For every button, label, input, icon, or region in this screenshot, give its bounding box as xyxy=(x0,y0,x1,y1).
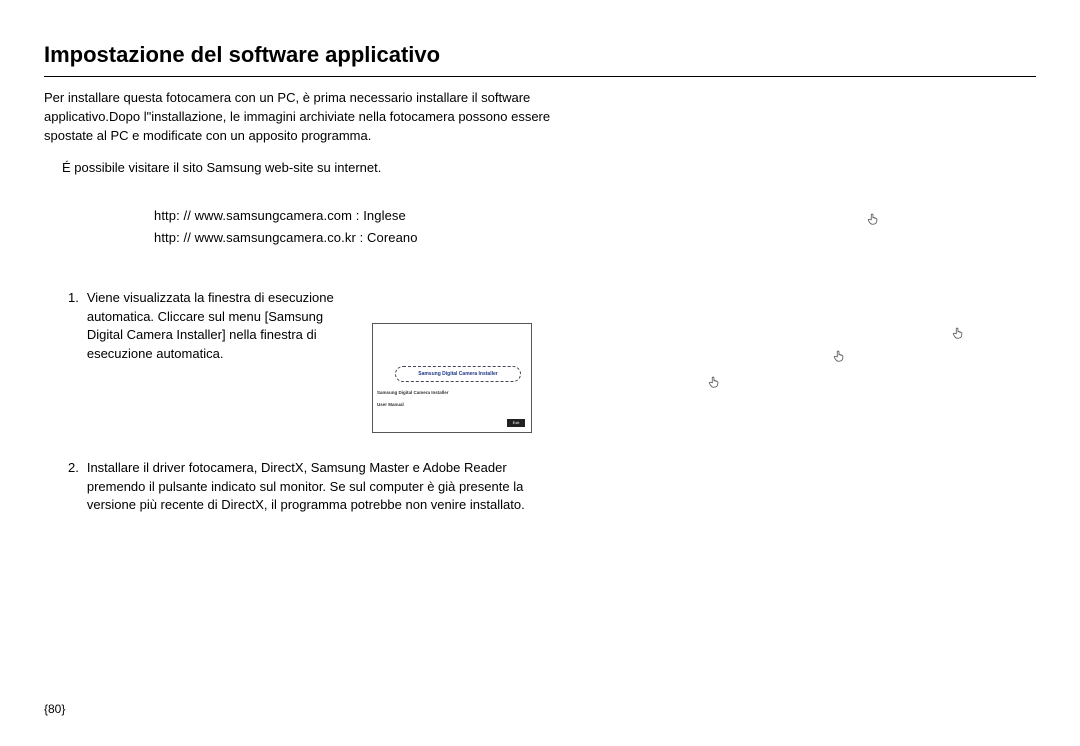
step-2: 2. Installare il driver fotocamera, Dire… xyxy=(44,459,564,516)
step-1: 1. Viene visualizzata la finestra di ese… xyxy=(44,289,1036,433)
pointer-icon xyxy=(951,326,965,340)
page-number: {80} xyxy=(44,702,65,716)
pointer-icon xyxy=(707,375,721,389)
pointer-icon xyxy=(866,212,880,226)
url-list: http: // www.samsungcamera.com : Inglese… xyxy=(154,205,1036,249)
step-2-text: Installare il driver fotocamera, DirectX… xyxy=(87,459,564,516)
step-1-number: 1. xyxy=(68,289,79,364)
intro-paragraph: Per installare questa fotocamera con un … xyxy=(44,89,574,146)
step-2-number: 2. xyxy=(68,459,79,516)
installer-manual: User Manual xyxy=(377,402,404,409)
installer-line: Samsung Digital Camera Installer xyxy=(377,390,449,395)
pointer-icon xyxy=(832,349,846,363)
installer-exit: Exit xyxy=(507,419,525,427)
url-english: http: // www.samsungcamera.com : Inglese xyxy=(154,205,1036,227)
website-note: É possibile visitare il sito Samsung web… xyxy=(62,160,1036,175)
url-korean: http: // www.samsungcamera.co.kr : Corea… xyxy=(154,227,1036,249)
installer-screenshot: Samsung Digital Camera Installer Samsung… xyxy=(372,323,532,433)
page-title: Impostazione del software applicativo xyxy=(44,42,1036,77)
installer-main-button: Samsung Digital Camera Installer xyxy=(395,366,521,382)
step-1-text: Viene visualizzata la finestra di esecuz… xyxy=(87,289,354,364)
